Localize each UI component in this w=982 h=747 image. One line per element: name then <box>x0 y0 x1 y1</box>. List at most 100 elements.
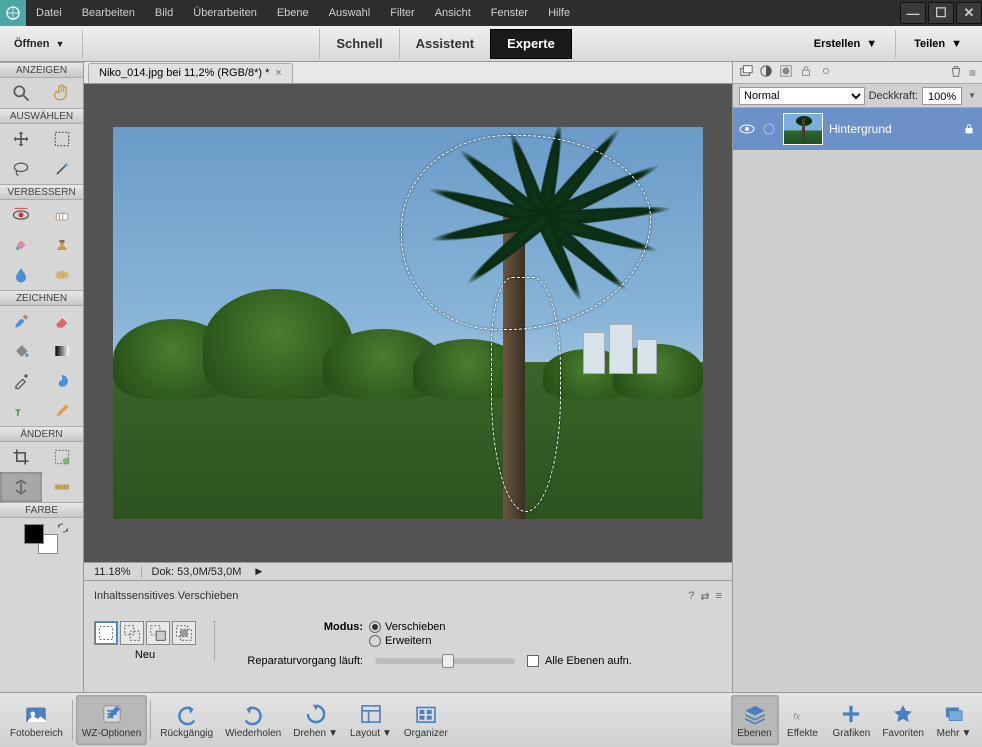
mask-icon[interactable] <box>779 64 793 81</box>
new-selection-button[interactable] <box>94 621 118 645</box>
zoom-tool[interactable] <box>0 78 42 108</box>
menu-image[interactable]: Bild <box>145 0 183 26</box>
menu-file[interactable]: Datei <box>26 0 72 26</box>
tab-quick[interactable]: Schnell <box>319 29 398 59</box>
layers-panel: ≡ Normal Deckkraft: 100% ▼ Hintergrund <box>732 62 982 692</box>
toolbox-header-enhance: VERBESSERN <box>0 184 83 200</box>
opacity-value[interactable]: 100% <box>922 87 962 105</box>
subtract-selection-button[interactable] <box>146 621 170 645</box>
menu-filter[interactable]: Filter <box>380 0 424 26</box>
bottom-bar: Fotobereich WZ-Optionen Rückgängig Wiede… <box>0 692 982 747</box>
tool-options-button[interactable]: WZ-Optionen <box>76 695 147 745</box>
layer-thumbnail[interactable] <box>783 113 823 145</box>
link-icon[interactable] <box>819 64 833 81</box>
paintbucket-tool[interactable] <box>0 336 42 366</box>
menu-view[interactable]: Ansicht <box>425 0 481 26</box>
toolbox-header-color: FARBE <box>0 502 83 518</box>
close-button[interactable]: ✕ <box>956 2 982 24</box>
chevron-down-icon: ▼ <box>951 38 962 50</box>
opacity-label: Deckkraft: <box>869 90 919 102</box>
layers-button[interactable]: Ebenen <box>731 695 779 745</box>
toolbox-header-modify: ÄNDERN <box>0 426 83 442</box>
layout-button[interactable]: Layout▼ <box>344 695 398 745</box>
menu-layer[interactable]: Ebene <box>267 0 319 26</box>
create-button[interactable]: Erstellen▼ <box>804 30 887 58</box>
undo-button[interactable]: Rückgängig <box>154 695 219 745</box>
layer-lock-icon[interactable] <box>962 122 976 136</box>
swap-colors-icon[interactable] <box>57 522 69 534</box>
close-tab-icon[interactable]: × <box>275 67 281 79</box>
magic-wand-tool[interactable] <box>42 154 84 184</box>
visibility-icon[interactable] <box>739 121 755 137</box>
menu-help[interactable]: Hilfe <box>538 0 580 26</box>
recompose-tool[interactable] <box>42 442 84 472</box>
help-icon[interactable]: ? <box>688 590 694 602</box>
intersect-selection-button[interactable] <box>172 621 196 645</box>
adjustment-layer-icon[interactable] <box>759 64 773 81</box>
gradient-tool[interactable] <box>42 336 84 366</box>
clone-stamp-tool[interactable] <box>42 230 84 260</box>
crop-tool[interactable] <box>0 442 42 472</box>
effects-button[interactable]: fx Effekte <box>779 695 827 745</box>
chevron-right-icon[interactable]: ▶ <box>255 566 262 577</box>
blend-mode-select[interactable]: Normal <box>739 87 865 105</box>
rotate-button[interactable]: Drehen▼ <box>287 695 344 745</box>
canvas[interactable] <box>113 127 703 519</box>
move-tool[interactable] <box>0 124 42 154</box>
new-layer-icon[interactable] <box>739 64 753 81</box>
whiten-tool[interactable] <box>42 200 84 230</box>
eraser-tool[interactable] <box>42 306 84 336</box>
redeye-tool[interactable] <box>0 200 42 230</box>
favorites-button[interactable]: Favoriten <box>876 695 930 745</box>
hand-tool[interactable] <box>42 78 84 108</box>
lasso-tool[interactable] <box>0 154 42 184</box>
title-bar: Datei Bearbeiten Bild Überarbeiten Ebene… <box>0 0 982 26</box>
share-button[interactable]: Teilen▼ <box>904 30 972 58</box>
redo-button[interactable]: Wiederholen <box>219 695 287 745</box>
organizer-button[interactable]: Organizer <box>398 695 454 745</box>
chevron-down-icon[interactable]: ▼ <box>968 91 976 100</box>
spothealing-tool[interactable] <box>0 230 42 260</box>
menu-enhance[interactable]: Überarbeiten <box>183 0 267 26</box>
marquee-tool[interactable] <box>42 124 84 154</box>
graphics-button[interactable]: Grafiken <box>827 695 877 745</box>
mode-extend-radio[interactable]: Erweitern <box>369 635 446 647</box>
panel-menu-icon[interactable]: ≡ <box>969 66 976 80</box>
reset-icon[interactable]: ⇄ <box>700 590 709 603</box>
foreground-color[interactable] <box>24 524 44 544</box>
all-layers-checkbox[interactable] <box>527 655 539 667</box>
toolbox-header-view: ANZEIGEN <box>0 62 83 78</box>
panel-menu-icon[interactable]: ≡ <box>716 590 722 602</box>
healing-slider[interactable] <box>375 658 515 664</box>
tab-expert[interactable]: Experte <box>490 29 572 59</box>
blur-tool[interactable] <box>0 260 42 290</box>
open-button[interactable]: Öffnen▼ <box>0 38 78 50</box>
sponge-tool[interactable] <box>42 260 84 290</box>
content-aware-move-tool[interactable] <box>0 472 42 502</box>
more-button[interactable]: Mehr▼ <box>930 695 978 745</box>
new-label: Neu <box>135 649 155 661</box>
photobin-button[interactable]: Fotobereich <box>4 695 69 745</box>
lock-icon[interactable] <box>799 64 813 81</box>
text-tool[interactable]: T <box>0 396 42 426</box>
maximize-button[interactable]: ☐ <box>928 2 954 24</box>
document-tab[interactable]: Niko_014.jpg bei 11,2% (RGB/8*) * × <box>88 63 293 83</box>
pencil-tool[interactable] <box>42 396 84 426</box>
straighten-tool[interactable] <box>42 472 84 502</box>
mode-move-radio[interactable]: Verschieben <box>369 621 446 633</box>
trash-icon[interactable] <box>949 64 963 81</box>
add-selection-button[interactable] <box>120 621 144 645</box>
layer-name[interactable]: Hintergrund <box>829 122 956 136</box>
menu-edit[interactable]: Bearbeiten <box>72 0 145 26</box>
link-status-icon[interactable] <box>761 121 777 137</box>
shape-tool[interactable] <box>42 366 84 396</box>
eyedropper-tool[interactable] <box>0 366 42 396</box>
tab-guided[interactable]: Assistent <box>399 29 491 59</box>
layer-row[interactable]: Hintergrund <box>733 108 982 150</box>
minimize-button[interactable]: — <box>900 2 926 24</box>
zoom-value[interactable]: 11.18% <box>84 566 142 578</box>
menu-select[interactable]: Auswahl <box>319 0 381 26</box>
menu-window[interactable]: Fenster <box>481 0 538 26</box>
color-swatches[interactable] <box>0 518 83 558</box>
brush-tool[interactable] <box>0 306 42 336</box>
